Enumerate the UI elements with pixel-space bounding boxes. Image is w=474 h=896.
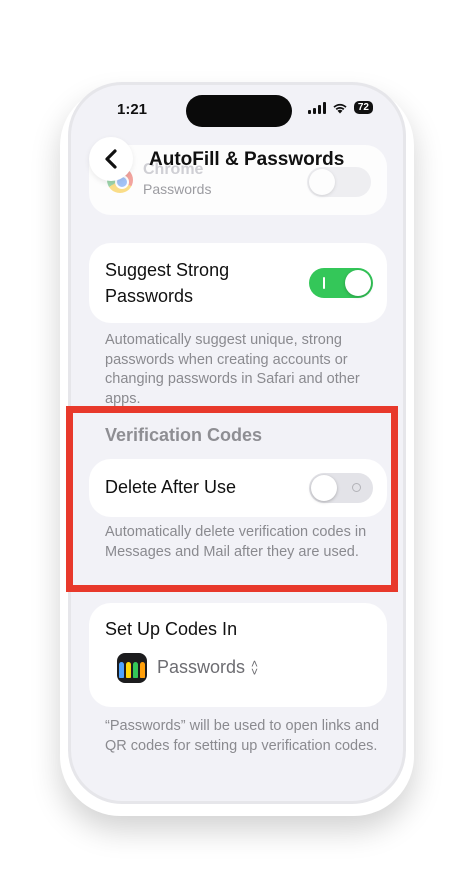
passwords-app-icon [117,653,147,683]
chevron-left-icon [105,149,117,169]
chevron-up-down-icon: ˄ ˅ [251,656,259,679]
status-time: 1:21 [117,101,148,118]
back-button[interactable] [89,137,133,181]
codes-app-selected: Passwords [157,657,246,677]
set-up-codes-in-label: Set Up Codes In [105,619,238,639]
set-up-codes-in-row: Set Up Codes In Passwords ˄ ˅ [89,603,387,707]
dynamic-island [186,95,292,127]
page-title: AutoFill & Passwords [149,149,345,170]
chrome-app-subtitle: Passwords [143,181,212,197]
suggest-strong-passwords-label: Suggest Strong Passwords [105,260,230,306]
codes-app-selector[interactable]: Passwords ˄ ˅ [157,657,258,678]
suggest-footnote: Automatically suggest unique, strong pas… [105,332,360,407]
battery-indicator: 72 [353,101,373,114]
status-indicators: 72 [307,101,373,114]
highlight-annotation-box [66,406,398,592]
cellular-signal-icon [307,101,326,114]
wifi-icon [333,103,347,113]
suggest-strong-passwords-row: Suggest Strong Passwords [89,243,387,323]
suggest-strong-passwords-toggle[interactable] [309,268,373,298]
chrome-toggle[interactable] [307,167,371,197]
setup-footnote: “Passwords” will be used to open links a… [105,718,380,754]
